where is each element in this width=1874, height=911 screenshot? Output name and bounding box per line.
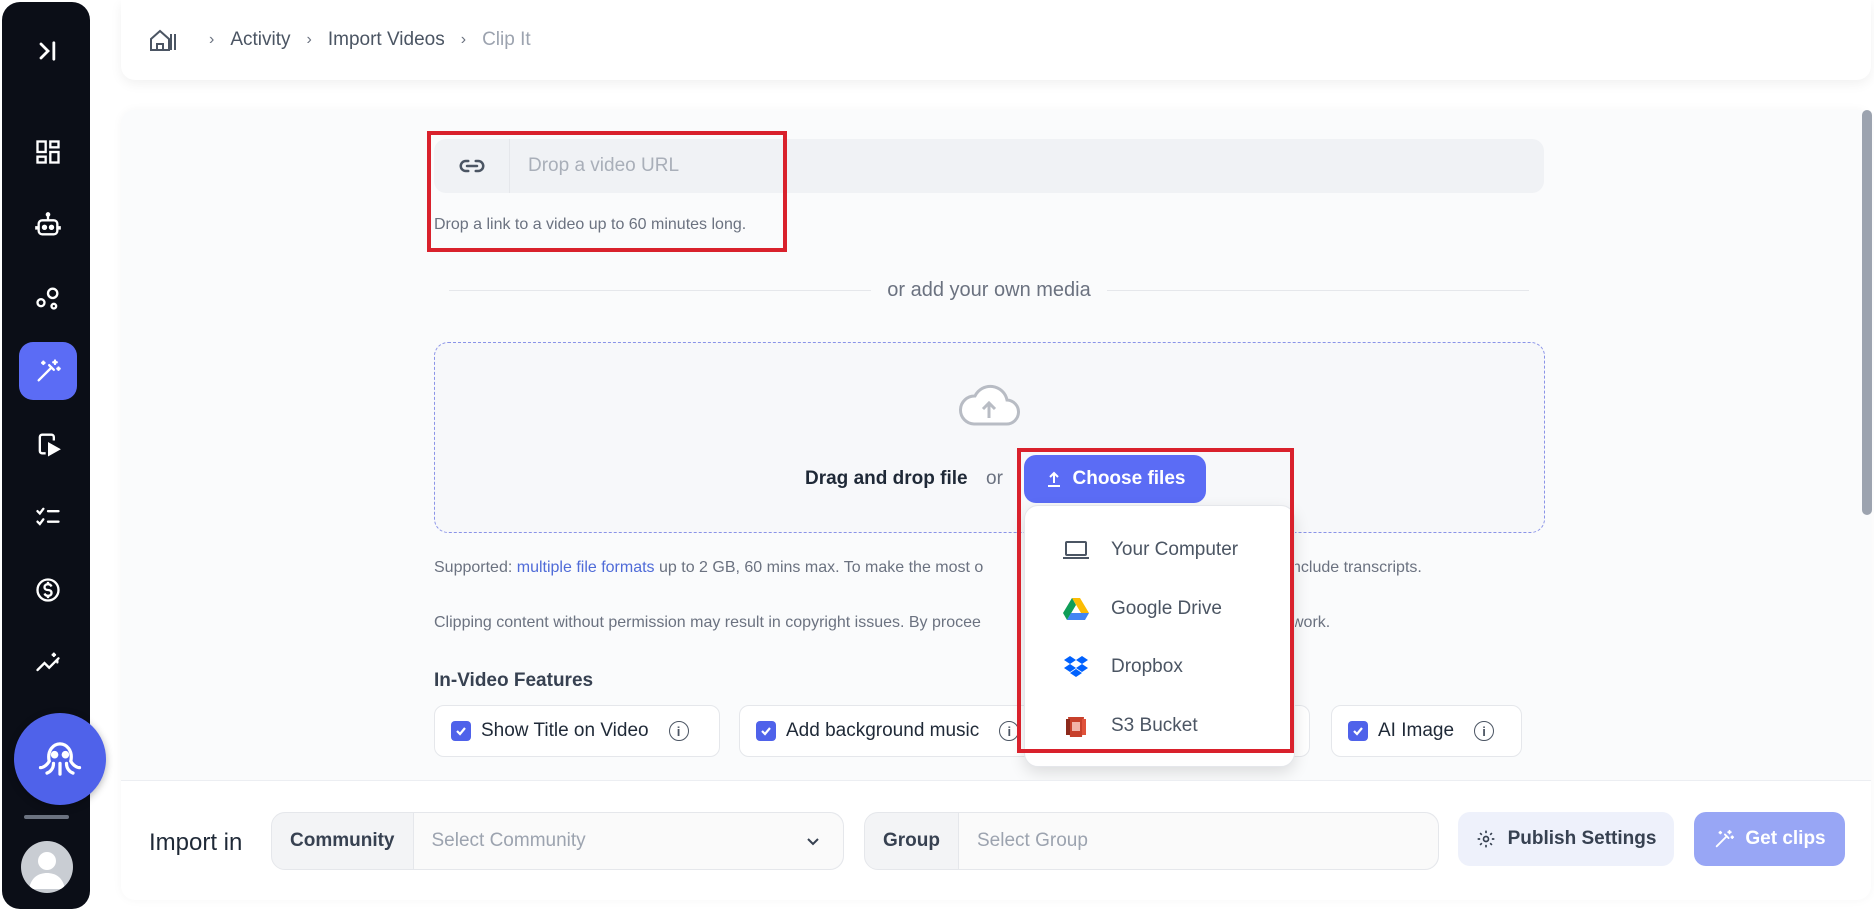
- video-url-input[interactable]: [510, 139, 1544, 193]
- expand-icon: [39, 41, 56, 61]
- group-placeholder[interactable]: Select Group: [959, 813, 1438, 869]
- checklist-icon: [36, 507, 60, 526]
- publish-settings-label: Publish Settings: [1507, 828, 1657, 849]
- community-value[interactable]: Select Community: [413, 813, 843, 869]
- breadcrumb-separator: ›: [209, 31, 215, 48]
- import-in-label: Import in: [149, 829, 243, 856]
- checkbox-checked-icon[interactable]: [756, 721, 776, 741]
- menu-item-label: Google Drive: [1111, 598, 1222, 619]
- group-select[interactable]: Group Select Group: [864, 812, 1439, 870]
- file-formats-link[interactable]: multiple file formats: [517, 559, 655, 576]
- sidebar-item-bot[interactable]: [19, 196, 77, 254]
- expand-sidebar-button[interactable]: [19, 22, 77, 80]
- in-video-features-title: In-Video Features: [434, 670, 594, 691]
- media-divider: or add your own media: [449, 279, 1530, 302]
- breadcrumb-activity[interactable]: Activity: [230, 29, 290, 51]
- scrollbar[interactable]: [1862, 110, 1872, 515]
- mobile-play-icon: [38, 433, 61, 457]
- info-icon[interactable]: i: [999, 721, 1020, 741]
- laptop-icon: [1063, 541, 1089, 559]
- divider-line: [1106, 290, 1530, 291]
- nodes-icon: [36, 287, 59, 310]
- get-clips-label: Get clips: [1745, 828, 1826, 849]
- magic-wand-icon: [37, 359, 61, 382]
- feature-show-title[interactable]: Show Title on Video i: [434, 705, 720, 757]
- menu-item-s3-bucket[interactable]: S3 Bucket: [1061, 706, 1198, 746]
- sidebar-item-analytics[interactable]: [19, 634, 77, 692]
- media-divider-text: or add your own media: [887, 279, 1091, 301]
- copyright-notice: Clipping content without permission may …: [434, 614, 981, 631]
- sidebar-item-billing[interactable]: [19, 561, 77, 619]
- avatar[interactable]: [21, 841, 73, 893]
- community-label: Community: [272, 813, 414, 869]
- sidebar-item-community[interactable]: [19, 269, 77, 327]
- octopus-icon: [38, 742, 82, 776]
- info-icon[interactable]: i: [668, 721, 689, 741]
- sidebar-divider: [24, 815, 69, 819]
- info-icon[interactable]: i: [1474, 721, 1495, 741]
- feature-ai-image[interactable]: AI Image i: [1331, 705, 1522, 757]
- chevron-down-icon: [807, 838, 819, 846]
- sidebar-item-clip-it[interactable]: [19, 342, 77, 400]
- menu-item-label: Dropbox: [1111, 656, 1183, 677]
- supported-text-b: nclude transcripts.: [1292, 559, 1422, 576]
- menu-item-dropbox[interactable]: Dropbox: [1061, 647, 1183, 687]
- supported-prefix: Supported:: [434, 559, 517, 576]
- drag-drop-label: Drag and drop file: [805, 468, 968, 489]
- get-clips-button[interactable]: Get clips: [1694, 812, 1845, 866]
- breadcrumb-separator: ›: [306, 31, 312, 48]
- copyright-notice-tail: work.: [1292, 614, 1331, 631]
- s3-bucket-icon: [1066, 717, 1086, 737]
- google-drive-icon: [1063, 598, 1089, 620]
- link-icon: [434, 139, 510, 193]
- divider-line: [449, 290, 872, 291]
- feature-label: Add background music: [786, 720, 980, 741]
- menu-item-label: Your Computer: [1111, 539, 1239, 560]
- sidebar: [2, 2, 106, 909]
- group-label: Group: [865, 813, 959, 869]
- analytics-icon: [36, 652, 60, 672]
- supported-text-a: up to 2 GB, 60 mins max. To make the mos…: [654, 559, 984, 576]
- breadcrumb-separator: ›: [460, 31, 467, 48]
- user-icon: [29, 852, 65, 889]
- gear-icon: [1477, 830, 1494, 848]
- dollar-icon: [36, 578, 60, 602]
- dropbox-icon: [1064, 656, 1088, 677]
- feature-label: Show Title on Video: [481, 720, 649, 741]
- supported-formats-text: Supported: multiple file formats up to 2…: [434, 559, 983, 577]
- sidebar-item-tasks[interactable]: [19, 488, 77, 546]
- breadcrumb: › Activity › Import Videos › Clip It: [121, 0, 1871, 80]
- choose-files-button[interactable]: Choose files: [1024, 455, 1206, 503]
- breadcrumb-clip-it: Clip It: [482, 29, 531, 50]
- menu-item-google-drive[interactable]: Google Drive: [1061, 589, 1222, 629]
- assistant-button[interactable]: [14, 713, 106, 805]
- feature-label: AI Image: [1378, 720, 1455, 741]
- checkbox-checked-icon[interactable]: [1348, 721, 1368, 741]
- community-placeholder: Select Community: [431, 830, 586, 851]
- home-icon[interactable]: [149, 28, 177, 52]
- feature-background-music[interactable]: Add background music i: [739, 705, 1039, 757]
- upload-or-label: or: [986, 468, 1003, 489]
- dashboard-icon: [36, 140, 60, 164]
- sidebar-item-dashboard[interactable]: [19, 123, 77, 181]
- file-dropzone[interactable]: [434, 342, 1545, 533]
- menu-item-label: S3 Bucket: [1111, 715, 1198, 736]
- url-hint: Drop a link to a video up to 60 minutes …: [434, 216, 747, 233]
- magic-wand-icon: [1716, 829, 1735, 848]
- cloud-upload-icon: [959, 384, 1020, 426]
- publish-settings-button[interactable]: Publish Settings: [1458, 812, 1674, 866]
- choose-files-label: Choose files: [1072, 468, 1186, 489]
- sidebar-item-videos[interactable]: [19, 415, 77, 473]
- video-url-field: [434, 139, 1544, 193]
- robot-icon: [35, 212, 61, 236]
- breadcrumb-import-videos[interactable]: Import Videos: [328, 29, 445, 51]
- file-source-menu: Your Computer Google Drive Dropbox S3 Bu…: [1024, 505, 1295, 767]
- checkbox-checked-icon[interactable]: [451, 721, 471, 741]
- upload-icon: [1047, 471, 1060, 487]
- menu-item-your-computer[interactable]: Your Computer: [1061, 530, 1238, 570]
- community-select[interactable]: Community Select Community: [271, 812, 844, 870]
